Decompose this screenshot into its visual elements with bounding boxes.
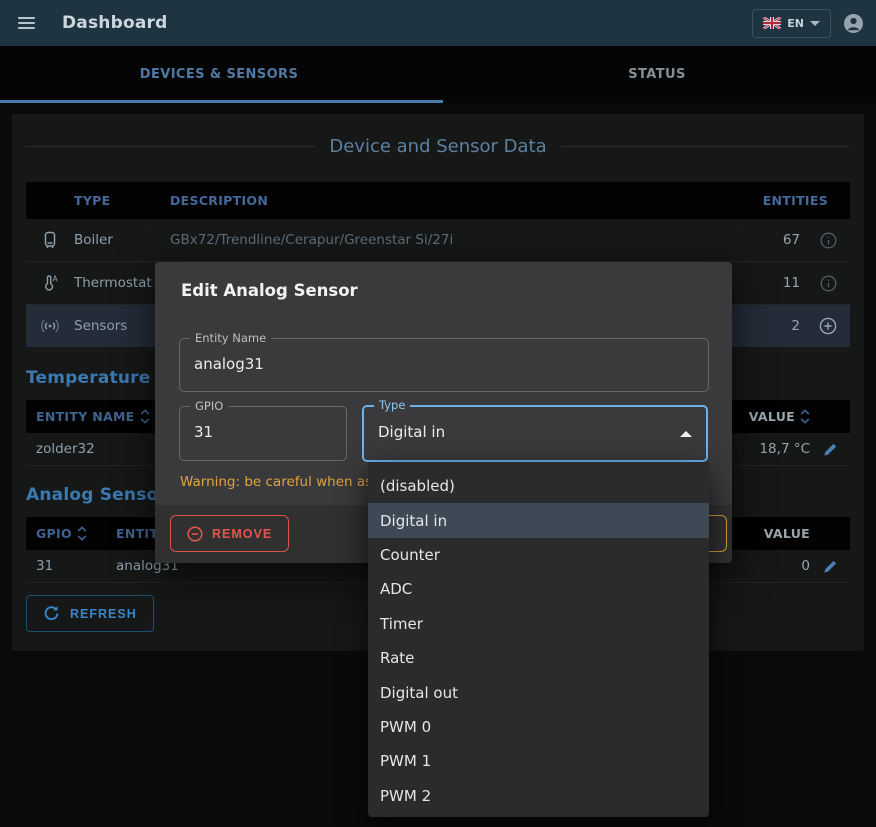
type-select[interactable]: Type Digital in: [362, 405, 708, 462]
dropdown-option-rate[interactable]: Rate: [368, 641, 709, 675]
type-value: Digital in: [378, 423, 445, 441]
dropdown-option-counter[interactable]: Counter: [368, 538, 709, 572]
gpio-label: GPIO: [190, 399, 228, 413]
sensor-gpio: 31: [26, 558, 116, 574]
dialog-title: Edit Analog Sensor: [181, 281, 358, 300]
dropdown-option-pwm1[interactable]: PWM 1: [368, 744, 709, 778]
app-window: Dashboard EN: [0, 0, 876, 827]
sort-icon: [800, 409, 810, 424]
thermostat-icon: A: [26, 274, 74, 293]
devices-table-header: TYPE DESCRIPTION ENTITIES: [26, 182, 850, 219]
edit-pencil-icon[interactable]: [810, 559, 850, 574]
page-title: Dashboard: [62, 13, 167, 33]
col-description: DESCRIPTION: [170, 193, 720, 208]
sensors-icon: [26, 318, 74, 334]
device-description: GBx72/Trendline/Cerapur/Greenstar Si/27i: [170, 232, 720, 248]
device-type: Boiler: [74, 232, 170, 248]
device-entities-count: 11: [720, 275, 806, 291]
language-label: EN: [787, 17, 804, 30]
remove-button[interactable]: REMOVE: [170, 515, 289, 552]
warning-text: Warning: be careful when assig: [180, 474, 392, 490]
gpio-value: 31: [194, 423, 213, 441]
type-label: Type: [374, 398, 410, 412]
svg-text:A: A: [52, 274, 58, 283]
chevron-up-icon: [680, 431, 692, 437]
info-icon[interactable]: [806, 232, 850, 249]
add-circle-icon[interactable]: [806, 317, 850, 335]
entity-name-field[interactable]: Entity Name analog31: [179, 338, 709, 392]
dropdown-option-digital-in[interactable]: Digital in: [368, 503, 709, 537]
col-type: TYPE: [74, 193, 170, 208]
device-entities-count: 67: [720, 232, 806, 248]
dropdown-option-digital-out[interactable]: Digital out: [368, 675, 709, 709]
refresh-icon: [43, 605, 60, 622]
dropdown-option-pwm2[interactable]: PWM 2: [368, 779, 709, 813]
dropdown-option-disabled[interactable]: (disabled): [368, 469, 709, 503]
refresh-button[interactable]: REFRESH: [26, 595, 154, 632]
divider: [26, 146, 315, 147]
edit-pencil-icon[interactable]: [810, 442, 850, 457]
remove-circle-icon: [187, 526, 203, 542]
sort-icon: [77, 526, 87, 541]
chevron-down-icon: [810, 21, 820, 26]
language-selector[interactable]: EN: [752, 9, 831, 38]
entity-name-value: analog31: [194, 355, 264, 373]
tab-status[interactable]: STATUS: [438, 46, 876, 103]
device-entities-count: 2: [720, 318, 806, 334]
top-bar: Dashboard EN: [0, 0, 876, 46]
dropdown-option-pwm0[interactable]: PWM 0: [368, 710, 709, 744]
boiler-icon: [26, 231, 74, 250]
active-tab-indicator: [0, 100, 443, 103]
info-icon[interactable]: [806, 275, 850, 292]
col-entities: ENTITIES: [720, 193, 850, 208]
dropdown-option-timer[interactable]: Timer: [368, 607, 709, 641]
user-avatar-icon[interactable]: [843, 13, 864, 34]
menu-icon[interactable]: [18, 14, 35, 32]
dropdown-option-adc[interactable]: ADC: [368, 572, 709, 606]
col-gpio[interactable]: GPIO: [26, 526, 116, 541]
gpio-field[interactable]: GPIO 31: [179, 406, 347, 461]
divider: [561, 146, 850, 147]
col-entity-name[interactable]: ENTITY NAME: [26, 409, 150, 424]
tab-devices-sensors[interactable]: DEVICES & SENSORS: [0, 46, 438, 103]
sensor-entity-name: zolder32: [26, 441, 95, 457]
sort-icon: [140, 409, 150, 424]
section-title: Device and Sensor Data: [329, 136, 546, 157]
uk-flag-icon: [763, 17, 781, 29]
table-row-boiler[interactable]: Boiler GBx72/Trendline/Cerapur/Greenstar…: [26, 219, 850, 261]
tab-bar: DEVICES & SENSORS STATUS: [0, 46, 876, 103]
entity-name-label: Entity Name: [190, 331, 271, 345]
type-dropdown-menu: (disabled) Digital in Counter ADC Timer …: [368, 462, 709, 817]
